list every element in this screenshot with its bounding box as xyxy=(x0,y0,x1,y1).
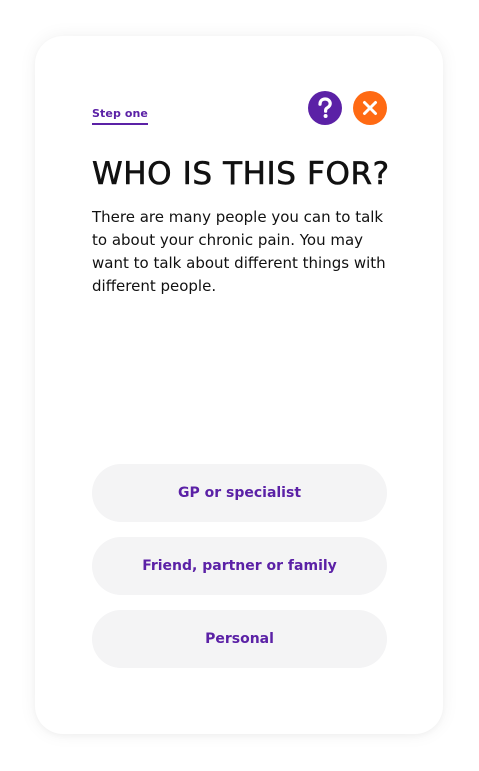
question-mark-icon xyxy=(318,97,332,118)
help-button[interactable] xyxy=(308,91,342,125)
page-description: There are many people you can to talk to… xyxy=(92,208,386,295)
option-personal-button[interactable]: Personal xyxy=(92,610,387,668)
option-gp-specialist-button[interactable]: GP or specialist xyxy=(92,464,387,522)
question-card: Step one WHO IS THIS FOR? There are many… xyxy=(35,36,443,734)
option-friend-partner-family-button[interactable]: Friend, partner or family xyxy=(92,537,387,595)
close-x-icon xyxy=(363,101,377,115)
close-button[interactable] xyxy=(353,91,387,125)
page-title: WHO IS THIS FOR? xyxy=(92,156,390,192)
step-indicator-link[interactable]: Step one xyxy=(92,107,148,125)
